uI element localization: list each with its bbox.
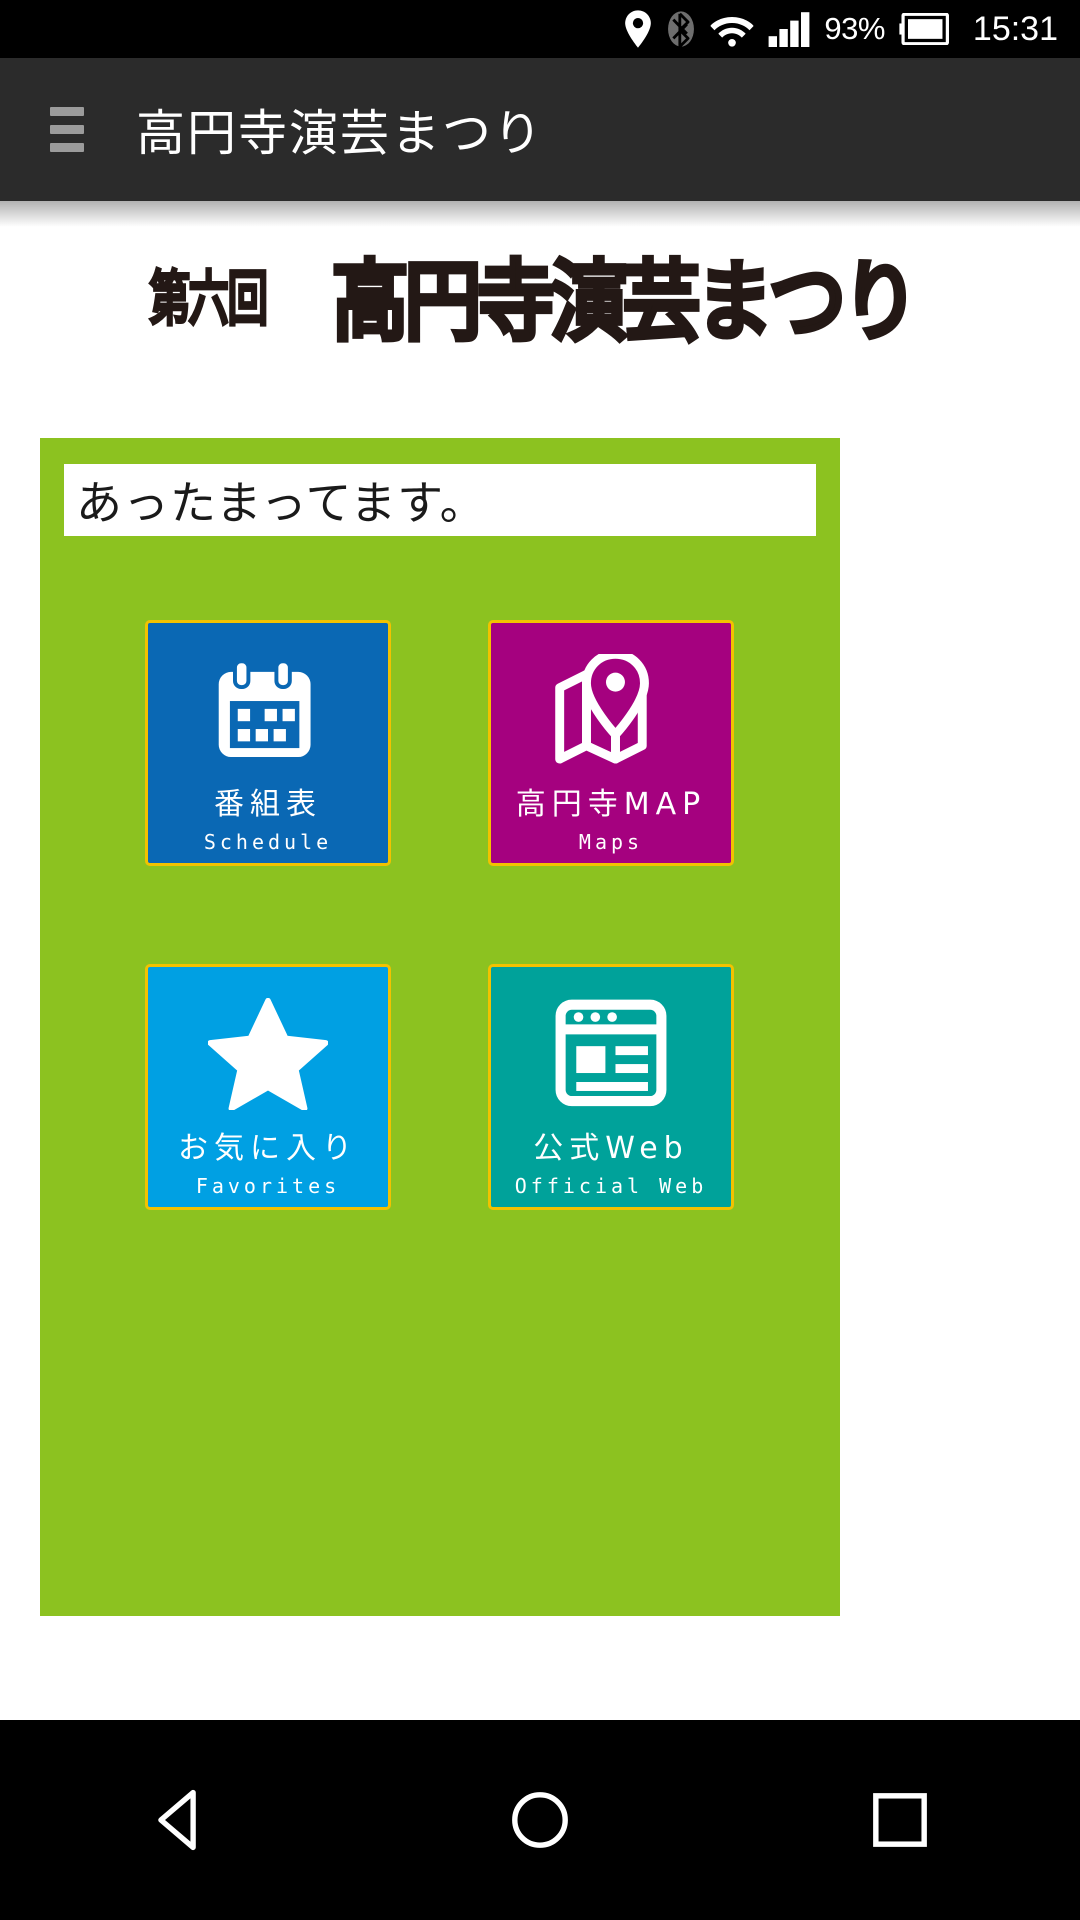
location-pin-icon <box>624 10 652 48</box>
festival-logo-prefix: 第六回 <box>149 262 270 335</box>
bluetooth-icon <box>666 9 696 49</box>
back-triangle-icon[interactable] <box>120 1760 240 1880</box>
announcement-bar: あったまってます。 <box>64 464 816 536</box>
tile-schedule[interactable]: 番組表 Schedule <box>145 620 391 866</box>
recents-square-icon[interactable] <box>840 1760 960 1880</box>
festival-logo-title: 高円寺演芸まつり <box>330 248 921 355</box>
tile-maps[interactable]: 高円寺MAP Maps <box>488 620 734 866</box>
tile-official-web-label-jp: 公式Web <box>533 1131 689 1166</box>
festival-logo: 第六回 高円寺演芸まつり <box>0 233 1080 355</box>
tile-official-web[interactable]: 公式Web Official Web <box>488 964 734 1210</box>
tile-schedule-label-jp: 番組表 <box>214 787 322 822</box>
home-circle-icon[interactable] <box>480 1760 600 1880</box>
battery-percent-label: 93% <box>824 11 885 46</box>
browser-window-icon <box>554 995 668 1113</box>
star-icon <box>208 995 328 1113</box>
app-screen: 93% 15:31 高円寺演芸まつり 第六回 高円寺演芸まつり あったまってます… <box>0 0 1080 1920</box>
menu-tile-grid: 番組表 Schedule 高円寺MAP Maps お気に入り Favorites… <box>145 620 745 1210</box>
signal-bars-icon <box>768 11 810 47</box>
tile-official-web-label-en: Official Web <box>514 1174 708 1198</box>
tile-maps-label-en: Maps <box>578 830 644 854</box>
tile-favorites-label-en: Favorites <box>195 1174 341 1198</box>
hamburger-menu-icon[interactable] <box>50 107 84 152</box>
green-panel: あったまってます。 番組表 Schedule 高円寺MAP Maps お気に入り… <box>40 438 840 1616</box>
announcement-text: あったまってます。 <box>76 476 487 530</box>
wifi-icon <box>710 11 754 47</box>
calendar-icon <box>212 651 324 769</box>
android-nav-bar <box>0 1720 1080 1920</box>
page-title: 高円寺演芸まつり <box>136 105 545 162</box>
tile-schedule-label-en: Schedule <box>203 830 333 854</box>
content-area: 第六回 高円寺演芸まつり あったまってます。 番組表 Schedule 高円寺M… <box>0 201 1080 1720</box>
appbar-shadow <box>0 201 1080 227</box>
app-bar: 高円寺演芸まつり <box>0 58 1080 201</box>
tile-favorites[interactable]: お気に入り Favorites <box>145 964 391 1210</box>
tile-favorites-label-jp: お気に入り <box>178 1131 358 1166</box>
map-pin-icon <box>553 651 669 769</box>
status-bar-clock: 15:31 <box>972 9 1058 48</box>
tile-maps-label-jp: 高円寺MAP <box>515 787 707 822</box>
status-bar: 93% 15:31 <box>0 0 1080 58</box>
battery-icon <box>899 13 949 45</box>
